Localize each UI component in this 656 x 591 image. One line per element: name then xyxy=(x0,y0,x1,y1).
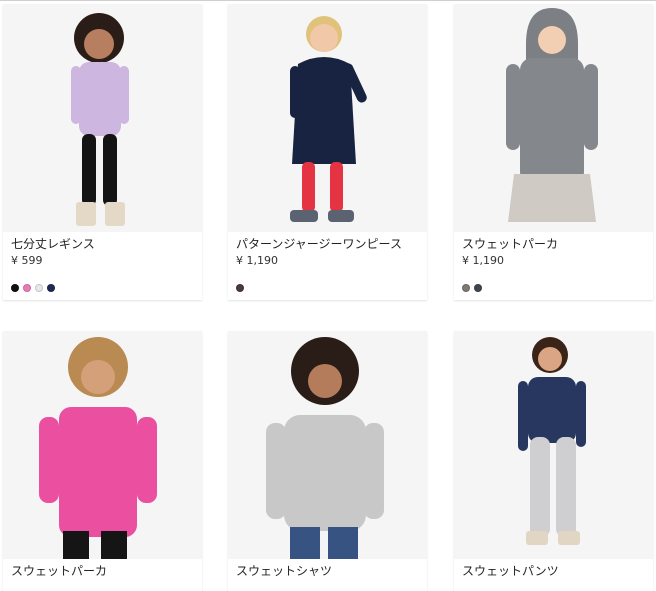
product-name[interactable]: 七分丈レギンス xyxy=(11,237,196,251)
product-grid: 七分丈レギンス ¥ 599 パターンジャージーワンピース ¥ 1,190 スウェ… xyxy=(0,0,656,591)
product-photo[interactable] xyxy=(228,331,427,559)
color-swatch[interactable] xyxy=(462,284,470,292)
product-name[interactable]: スウェットパンツ xyxy=(462,564,647,578)
product-price: ¥ 1,190 xyxy=(236,254,278,267)
product-card[interactable]: スウェットパーカ ¥ 1,190 xyxy=(454,4,653,300)
product-price: ¥ 599 xyxy=(11,254,43,267)
product-card[interactable]: スウェットパンツ xyxy=(454,331,653,591)
product-card[interactable]: 七分丈レギンス ¥ 599 xyxy=(3,4,202,300)
color-swatches xyxy=(236,284,244,292)
product-name[interactable]: スウェットシャツ xyxy=(236,564,421,578)
product-card[interactable]: スウェットシャツ xyxy=(228,331,427,591)
color-swatch[interactable] xyxy=(474,284,482,292)
product-name[interactable]: スウェットパーカ xyxy=(462,237,647,251)
color-swatches xyxy=(462,284,482,292)
color-swatch[interactable] xyxy=(47,284,55,292)
product-photo[interactable] xyxy=(454,331,653,559)
product-name[interactable]: パターンジャージーワンピース xyxy=(236,237,421,251)
product-price: ¥ 1,190 xyxy=(462,254,504,267)
product-card[interactable]: パターンジャージーワンピース ¥ 1,190 xyxy=(228,4,427,300)
color-swatch[interactable] xyxy=(23,284,31,292)
color-swatch[interactable] xyxy=(11,284,19,292)
product-photo[interactable] xyxy=(454,4,653,232)
color-swatches xyxy=(11,284,55,292)
product-name[interactable]: スウェットパーカ xyxy=(11,564,196,578)
product-photo[interactable] xyxy=(3,4,202,232)
product-photo[interactable] xyxy=(3,331,202,559)
color-swatch[interactable] xyxy=(35,284,43,292)
product-photo[interactable] xyxy=(228,4,427,232)
color-swatch[interactable] xyxy=(236,284,244,292)
product-card[interactable]: スウェットパーカ xyxy=(3,331,202,591)
